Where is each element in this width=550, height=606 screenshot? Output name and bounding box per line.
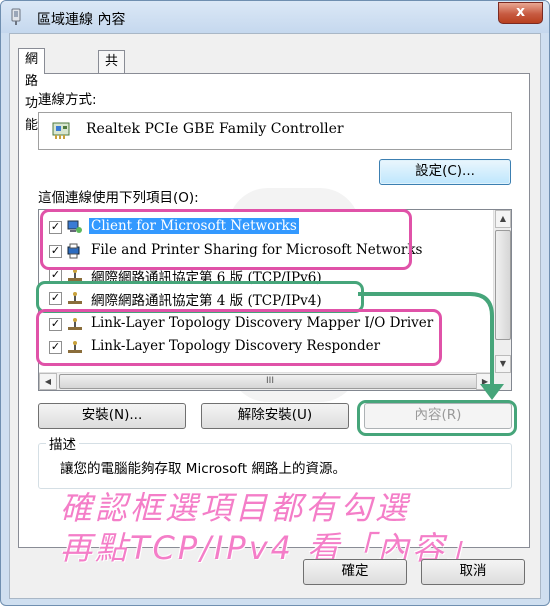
list-item-client[interactable]: ✓ Client for Microsoft Networks	[39, 216, 485, 238]
protocol-icon	[68, 341, 82, 353]
title-bar: 區域連線 內容 x	[1, 1, 549, 33]
list-item-file-sharing[interactable]: ✓ File and Printer Sharing for Microsoft…	[39, 240, 485, 262]
vertical-scrollbar[interactable]: ▲ ▼	[493, 210, 511, 373]
close-button[interactable]: x	[498, 2, 543, 24]
scroll-up-arrow-icon[interactable]: ▲	[495, 210, 511, 228]
tab-sharing[interactable]: 共用	[98, 50, 126, 91]
item-label: File and Printer Sharing for Microsoft N…	[91, 242, 423, 258]
adapter-name: Realtek PCIe GBE Family Controller	[86, 121, 344, 137]
network-client-icon	[67, 220, 82, 233]
list-item-ipv4[interactable]: ✓ 網際網路通訊協定第 4 版 (TCP/IPv4)	[39, 287, 485, 309]
list-item-ipv6[interactable]: ✓ 網際網路通訊協定第 6 版 (TCP/IPv6)	[39, 264, 485, 286]
properties-button[interactable]: 內容(R)	[364, 403, 512, 429]
checkbox[interactable]: ✓	[49, 269, 62, 282]
checkbox[interactable]: ✓	[49, 341, 62, 354]
checkbox[interactable]: ✓	[49, 221, 62, 234]
configure-button[interactable]: 設定(C)...	[379, 159, 511, 185]
network-card-icon	[52, 122, 70, 139]
adapter-field: Realtek PCIe GBE Family Controller	[38, 112, 512, 150]
item-label: 網際網路通訊協定第 4 版 (TCP/IPv4)	[91, 293, 322, 309]
scroll-down-arrow-icon[interactable]: ▼	[495, 355, 511, 373]
item-label: Link-Layer Topology Discovery Responder	[91, 338, 381, 354]
network-adapter-icon	[11, 8, 21, 25]
vertical-scroll-thumb[interactable]	[495, 230, 511, 340]
annotation-line-2: 再點TCP/IPv4 看「內容」	[60, 529, 483, 567]
install-button[interactable]: 安裝(N)...	[38, 403, 186, 429]
item-label: 網際網路通訊協定第 6 版 (TCP/IPv6)	[91, 270, 322, 286]
protocol-icon	[68, 292, 82, 304]
item-label: Link-Layer Topology Discovery Mapper I/O…	[91, 315, 434, 331]
tab-networking[interactable]: 網路功能	[18, 48, 46, 133]
checkbox[interactable]: ✓	[49, 292, 62, 305]
protocol-icon	[68, 269, 82, 281]
description-title: 描述	[46, 433, 79, 453]
printer-sharing-icon	[67, 243, 80, 259]
close-icon: x	[515, 4, 526, 20]
cancel-button[interactable]: 取消	[421, 559, 525, 585]
protocol-icon	[68, 318, 82, 330]
scroll-right-arrow-icon[interactable]: ▶	[476, 373, 494, 390]
description-text: 讓您的電腦能夠存取 Microsoft 網路上的資源。	[60, 461, 347, 477]
checkbox[interactable]: ✓	[49, 318, 62, 331]
ok-button[interactable]: 確定	[303, 559, 407, 585]
items-label: 這個連線使用下列項目(O):	[38, 190, 199, 206]
horizontal-scrollbar[interactable]: ◀ III ▶	[39, 372, 494, 390]
window-title: 區域連線 內容	[37, 12, 126, 28]
scrollbar-corner	[494, 373, 511, 390]
connect-using-label: 連線方式:	[38, 92, 97, 108]
scroll-left-arrow-icon[interactable]: ◀	[39, 373, 57, 390]
checkbox[interactable]: ✓	[49, 245, 62, 258]
item-label: Client for Microsoft Networks	[89, 218, 299, 234]
list-item-lltd-mapper[interactable]: ✓ Link-Layer Topology Discovery Mapper I…	[39, 313, 485, 335]
horizontal-scroll-thumb[interactable]: III	[59, 374, 481, 389]
components-list: ✓ Client for Microsoft Networks ✓ File a…	[38, 209, 512, 391]
uninstall-button[interactable]: 解除安裝(U)	[201, 403, 349, 429]
list-item-lltd-responder[interactable]: ✓ Link-Layer Topology Discovery Responde…	[39, 336, 485, 358]
